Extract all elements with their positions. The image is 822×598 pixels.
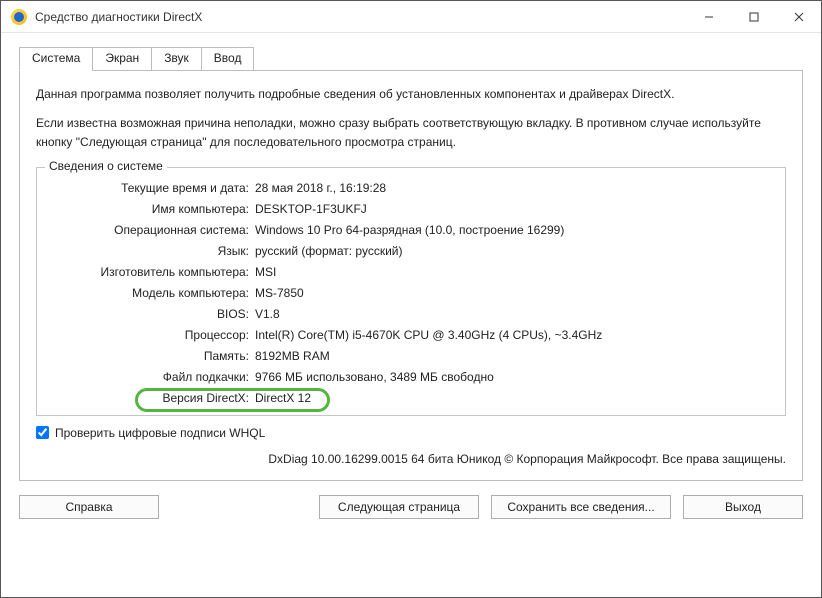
titlebar: Средство диагностики DirectX (1, 1, 821, 33)
tab-display[interactable]: Экран (92, 47, 152, 71)
tab-panel-system: Данная программа позволяет получить подр… (19, 70, 803, 481)
system-info-legend: Сведения о системе (45, 159, 167, 173)
row-computername: Имя компьютера:DESKTOP-1F3UKFJ (49, 199, 773, 220)
whql-checkbox[interactable] (36, 426, 49, 439)
row-model: Модель компьютера:MS-7850 (49, 283, 773, 304)
next-page-button[interactable]: Следующая страница (319, 495, 479, 519)
window-title: Средство диагностики DirectX (35, 10, 202, 24)
exit-button[interactable]: Выход (683, 495, 803, 519)
row-bios: BIOS:V1.8 (49, 304, 773, 325)
maximize-button[interactable] (731, 3, 776, 31)
save-all-button[interactable]: Сохранить все сведения... (491, 495, 671, 519)
close-button[interactable] (776, 3, 821, 31)
row-directx-version: Версия DirectX:DirectX 12 (49, 388, 773, 409)
intro-line-2: Если известна возможная причина неполадк… (36, 114, 786, 152)
row-processor: Процессор:Intel(R) Core(TM) i5-4670K CPU… (49, 325, 773, 346)
dxdiag-window: Средство диагностики DirectX Система Экр… (0, 0, 822, 598)
dxdiag-icon (11, 9, 27, 25)
tab-sound[interactable]: Звук (151, 47, 202, 71)
whql-check-row: Проверить цифровые подписи WHQL (36, 426, 786, 440)
row-os: Операционная система:Windows 10 Pro 64-р… (49, 220, 773, 241)
minimize-button[interactable] (686, 3, 731, 31)
intro-text: Данная программа позволяет получить подр… (36, 85, 786, 153)
help-button[interactable]: Справка (19, 495, 159, 519)
button-bar: Справка Следующая страница Сохранить все… (19, 495, 803, 519)
tab-row: Система Экран Звук Ввод (19, 47, 803, 71)
window-controls (686, 3, 821, 31)
tab-input[interactable]: Ввод (201, 47, 255, 71)
whql-checkbox-label: Проверить цифровые подписи WHQL (55, 426, 265, 440)
row-manufacturer: Изготовитель компьютера:MSI (49, 262, 773, 283)
row-language: Язык:русский (формат: русский) (49, 241, 773, 262)
row-pagefile: Файл подкачки:9766 МБ использовано, 3489… (49, 367, 773, 388)
footer-copyright: DxDiag 10.00.16299.0015 64 бита Юникод ©… (36, 452, 786, 466)
client-area: Система Экран Звук Ввод Данная программа… (1, 33, 821, 533)
intro-line-1: Данная программа позволяет получить подр… (36, 85, 786, 104)
tab-system[interactable]: Система (19, 47, 93, 71)
row-datetime: Текущие время и дата:28 мая 2018 г., 16:… (49, 178, 773, 199)
row-memory: Память:8192MB RAM (49, 346, 773, 367)
system-info-group: Сведения о системе Текущие время и дата:… (36, 167, 786, 416)
